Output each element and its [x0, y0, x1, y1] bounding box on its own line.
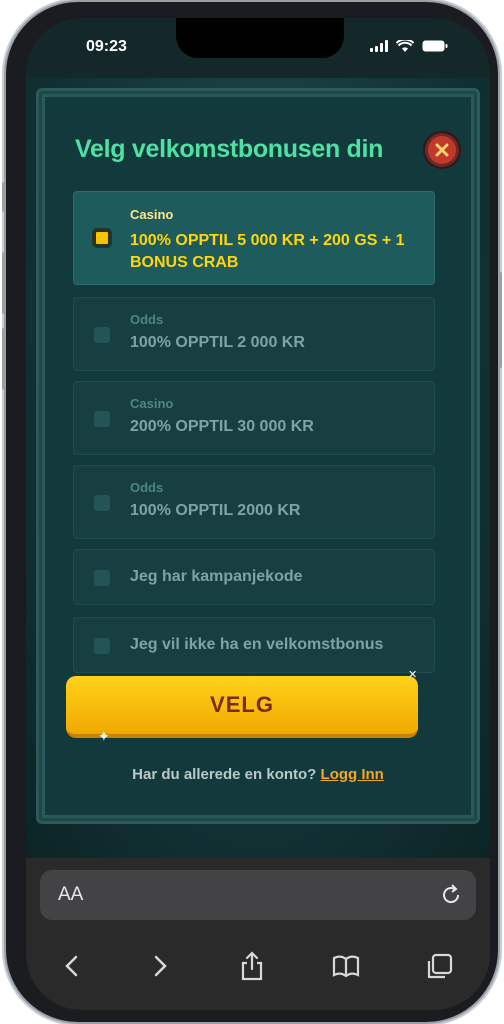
option-label: 100% OPPTIL 2000 KR [130, 502, 301, 519]
status-bar: 09:23 [26, 18, 490, 78]
bonus-option-promo-code[interactable]: Jeg har kampanjekode [73, 549, 435, 605]
option-category: Casino [130, 207, 174, 222]
bonus-option-casino-2[interactable]: Casino 200% OPPTIL 30 000 KR [73, 381, 435, 455]
share-icon[interactable] [236, 950, 268, 982]
option-category: Odds [130, 312, 164, 327]
volume-up-button [2, 252, 6, 314]
option-category: Casino [130, 396, 174, 411]
bonus-option-no-bonus[interactable]: Jeg vil ikke ha en velkomstbonus [73, 617, 435, 673]
tabs-icon[interactable] [424, 950, 456, 982]
velg-button[interactable]: VELG [66, 676, 418, 738]
notch [176, 18, 344, 58]
status-icons [370, 40, 448, 52]
power-button [498, 272, 502, 368]
option-label: 200% OPPTIL 30 000 KR [130, 418, 314, 435]
sparkle-icon: ✕ [408, 669, 418, 681]
close-icon [428, 136, 456, 164]
option-label: 100% OPPTIL 5 000 KR + 200 GS + 1 BONUS … [130, 232, 405, 271]
option-label: 100% OPPTIL 2 000 KR [130, 334, 305, 351]
back-icon[interactable] [56, 950, 88, 982]
browser-toolbar: AA [26, 858, 490, 1010]
login-prompt: Har du allerede en konto? Logg Inn [26, 766, 490, 783]
status-time: 09:23 [86, 38, 127, 55]
sparkle-icon: ✦ [98, 728, 110, 744]
signal-icon [370, 40, 388, 52]
bookmarks-icon[interactable] [330, 950, 362, 982]
option-checkbox[interactable] [94, 327, 110, 343]
forward-icon[interactable] [144, 950, 176, 982]
bonus-option-odds-2[interactable]: Odds 100% OPPTIL 2000 KR [73, 465, 435, 539]
reload-icon[interactable] [438, 882, 464, 908]
bonus-option-casino-1[interactable]: Casino 100% OPPTIL 5 000 KR + 200 GS + 1… [73, 191, 435, 285]
option-checkbox[interactable] [94, 411, 110, 427]
option-category: Odds [130, 480, 164, 495]
option-label: Jeg har kampanjekode [130, 568, 303, 585]
login-link[interactable]: Logg Inn [321, 766, 384, 783]
login-prompt-text: Har du allerede en konto? [132, 766, 317, 783]
phone-frame: 09:23 Velg velkomstbonusen din Casino 10… [2, 2, 502, 1022]
option-label: Jeg vil ikke ha en velkomstbonus [130, 636, 384, 653]
reader-button[interactable]: AA [58, 884, 83, 906]
mute-switch [2, 182, 6, 212]
option-checkbox[interactable] [94, 495, 110, 511]
modal-title: Velg velkomstbonusen din [75, 135, 384, 163]
close-button[interactable] [423, 131, 461, 169]
battery-icon [422, 40, 448, 52]
volume-down-button [2, 328, 6, 390]
option-checkbox[interactable] [94, 230, 110, 246]
address-bar[interactable]: AA [40, 870, 476, 920]
wifi-icon [396, 40, 414, 52]
bonus-option-odds-1[interactable]: Odds 100% OPPTIL 2 000 KR [73, 297, 435, 371]
option-checkbox[interactable] [94, 570, 110, 586]
option-checkbox[interactable] [94, 638, 110, 654]
screen: 09:23 Velg velkomstbonusen din Casino 10… [26, 18, 490, 1010]
